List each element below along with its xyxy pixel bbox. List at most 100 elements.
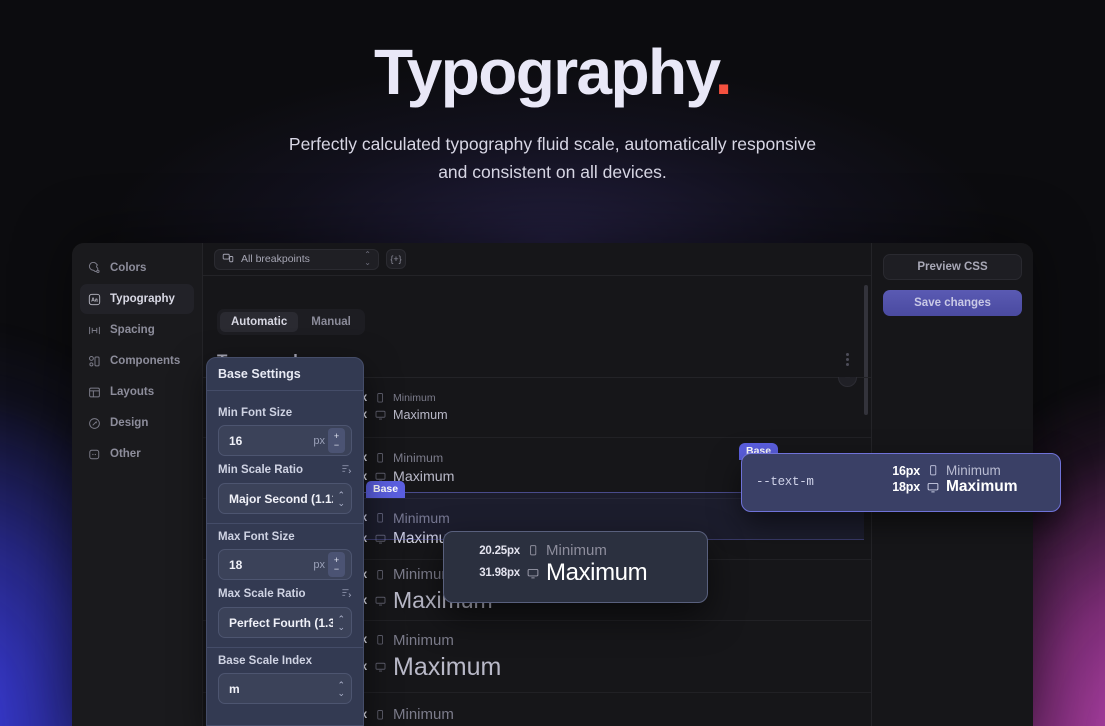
- mode-tabs: Automatic Manual: [217, 309, 365, 335]
- min-font-size-stepper[interactable]: + −: [328, 428, 345, 453]
- base-scale-index-select[interactable]: m ⌃ ⌄: [218, 673, 352, 704]
- sidebar-item-label: Colors: [110, 262, 147, 274]
- sidebar-item-layouts[interactable]: Layouts: [80, 377, 194, 407]
- title-accent-dot: .: [714, 36, 733, 108]
- tooltip-min-px: 20.25px: [479, 544, 520, 557]
- min-label: Minimum: [393, 706, 454, 723]
- design-pen-icon: [88, 417, 101, 430]
- mobile-icon: [367, 634, 393, 646]
- tooltip-max-px: 31.98px: [479, 567, 520, 579]
- max-font-size-value: 18: [229, 557, 243, 572]
- desktop-icon: [367, 409, 393, 421]
- sidebar-item-typography[interactable]: Aa Typography: [80, 284, 194, 314]
- desktop-icon: [367, 661, 393, 673]
- tooltip-max-px: 18px: [892, 480, 920, 494]
- desktop-icon: [920, 481, 946, 494]
- chevron-updown-icon: ⌃ ⌄: [364, 250, 371, 267]
- tooltip-max-row: 31.98px Maximum: [458, 559, 647, 587]
- max-font-size-unit: px: [313, 558, 325, 571]
- sidebar-item-other[interactable]: Other: [80, 439, 194, 469]
- field-label-text: Max Font Size: [218, 531, 295, 543]
- sidebar: Colors Aa Typography Spacing Components …: [72, 243, 203, 726]
- subtitle-line-2: and consistent on all devices.: [438, 162, 667, 182]
- max-font-size-input[interactable]: 18 px + −: [218, 549, 352, 580]
- sidebar-item-label: Spacing: [110, 324, 155, 336]
- min-label: Minimum: [393, 392, 436, 404]
- preview-css-button[interactable]: Preview CSS: [883, 254, 1022, 280]
- max-font-size-label: Max Font Size: [218, 531, 352, 543]
- base-scale-index-value: m: [229, 681, 240, 696]
- subtitle-line-1: Perfectly calculated typography fluid sc…: [288, 134, 817, 154]
- chevron-updown-icon: ⌃ ⌄: [337, 679, 345, 698]
- hero-section: Typography. Perfectly calculated typogra…: [0, 0, 1105, 186]
- save-changes-button[interactable]: Save changes: [883, 290, 1022, 316]
- toolbar: All breakpoints ⌃ ⌄ {+}: [203, 243, 871, 276]
- min-font-size-label: Min Font Size: [218, 407, 352, 419]
- add-breakpoint-button[interactable]: {+}: [386, 249, 406, 269]
- base-badge-inline: Base: [366, 481, 406, 499]
- tooltip-variable-name: --text-m: [756, 475, 814, 489]
- list-settings-icon[interactable]: [341, 463, 352, 477]
- desktop-icon: [367, 595, 393, 607]
- sidebar-item-design[interactable]: Design: [80, 408, 194, 438]
- scale-preview-tooltip: 20.25px Minimum 31.98px Maximum: [443, 531, 708, 603]
- base-settings-body: Min Font Size 16 px + − Min Scale Ratio …: [207, 391, 363, 704]
- desktop-icon: [367, 533, 393, 545]
- mobile-icon: [367, 392, 393, 404]
- more-options-icon[interactable]: [845, 351, 849, 368]
- desktop-icon: [520, 567, 546, 580]
- sidebar-item-components[interactable]: Components: [80, 346, 194, 376]
- min-scale-ratio-value: Major Second (1.125: [229, 491, 334, 506]
- sidebar-item-colors[interactable]: Colors: [80, 253, 194, 283]
- breakpoints-select[interactable]: All breakpoints ⌃ ⌄: [214, 248, 379, 270]
- max-label: Maximum: [393, 408, 448, 422]
- tooltip-max-label: Maximum: [946, 478, 1018, 495]
- field-label-text: Min Font Size: [218, 407, 293, 419]
- mobile-icon: [367, 452, 393, 464]
- tooltip-values: 20.25px Minimum 31.98px Maximum: [458, 542, 647, 587]
- min-label: Minimum: [393, 451, 444, 465]
- page-title-text: Typography: [374, 36, 716, 108]
- min-font-size-input[interactable]: 16 px + −: [218, 425, 352, 456]
- max-scale-ratio-select[interactable]: Perfect Fourth (1.33 ⌃ ⌄: [218, 607, 352, 638]
- page-root: Typography. Perfectly calculated typogra…: [0, 0, 1105, 726]
- tooltip-min-label: Minimum: [946, 463, 1001, 478]
- base-scale-tooltip: --text-m 16px Minimum 18px Maximum: [741, 453, 1061, 512]
- sidebar-item-label: Typography: [110, 293, 175, 305]
- tab-automatic[interactable]: Automatic: [220, 312, 299, 332]
- divider: [207, 523, 363, 524]
- field-label-text: Base Scale Index: [218, 655, 312, 667]
- field-label-text: Max Scale Ratio: [218, 588, 306, 600]
- stepper-down[interactable]: −: [334, 440, 339, 450]
- palette-icon: [88, 261, 101, 275]
- tooltip-max-label: Maximum: [546, 559, 648, 586]
- tooltip-max-row: 18px Maximum: [870, 478, 1018, 496]
- components-icon: [88, 355, 101, 368]
- spacing-icon: [88, 324, 101, 337]
- min-label: Minimum: [393, 631, 454, 649]
- mobile-icon: [367, 512, 393, 524]
- field-label-text: Min Scale Ratio: [218, 464, 303, 476]
- tooltip-min-row: 16px Minimum: [870, 463, 1018, 478]
- tab-manual[interactable]: Manual: [300, 312, 362, 332]
- breakpoints-icon: [222, 252, 234, 267]
- mobile-icon: [367, 569, 393, 581]
- stepper-down[interactable]: −: [334, 564, 339, 574]
- min-font-size-unit: px: [313, 434, 325, 447]
- sidebar-item-label: Layouts: [110, 386, 155, 398]
- tooltip-values: 16px Minimum 18px Maximum: [870, 463, 1018, 496]
- list-settings-icon[interactable]: [341, 587, 352, 601]
- min-font-size-value: 16: [229, 433, 243, 448]
- text-format-icon: Aa: [88, 293, 101, 306]
- sidebar-item-label: Design: [110, 417, 149, 429]
- mobile-icon: [367, 709, 393, 721]
- sidebar-item-spacing[interactable]: Spacing: [80, 315, 194, 345]
- base-settings-title: Base Settings: [207, 358, 363, 391]
- tooltip-min-px: 16px: [892, 463, 920, 478]
- page-subtitle: Perfectly calculated typography fluid sc…: [0, 130, 1105, 186]
- breakpoints-select-value: All breakpoints: [241, 253, 310, 265]
- divider: [207, 647, 363, 648]
- max-font-size-stepper[interactable]: + −: [328, 552, 345, 577]
- min-scale-ratio-select[interactable]: Major Second (1.125 ⌃ ⌄: [218, 483, 352, 514]
- base-settings-panel: Base Settings Min Font Size 16 px + − Mi…: [206, 357, 364, 726]
